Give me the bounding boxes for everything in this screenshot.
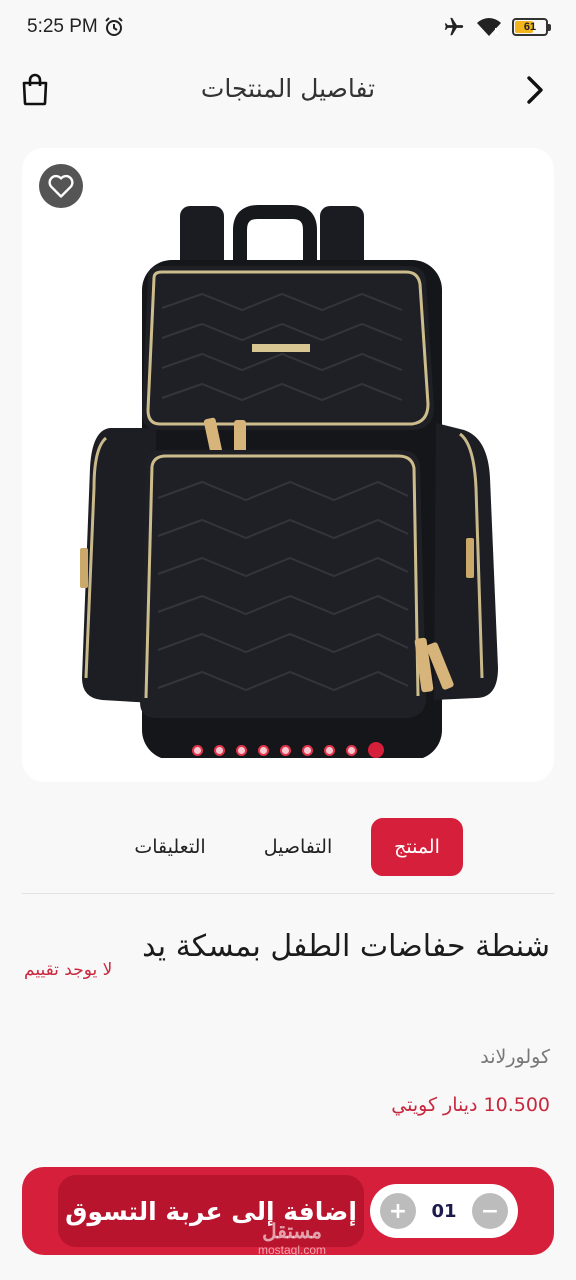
chevron-right-icon[interactable] — [524, 74, 546, 106]
alarm-icon — [105, 17, 123, 36]
image-pagination — [22, 742, 554, 758]
quantity-stepper: + 01 − — [370, 1184, 518, 1238]
pagination-dot[interactable] — [236, 744, 247, 756]
product-name: شنطة حفاضات الطفل بمسكة يد — [142, 929, 550, 964]
favorite-button[interactable] — [39, 164, 83, 208]
product-image — [80, 205, 498, 758]
pagination-dot[interactable] — [346, 744, 357, 756]
brand-name[interactable]: كولورلاند — [480, 1046, 550, 1068]
tab-details[interactable]: التفاصيل — [248, 818, 348, 876]
divider — [22, 893, 554, 894]
minus-button[interactable]: − — [472, 1193, 508, 1229]
pagination-dot[interactable] — [302, 744, 313, 756]
pagination-dot[interactable] — [280, 744, 291, 756]
battery-level: 61 — [523, 21, 537, 33]
cart-action-bar: إضافة إلى عربة التسوق + 01 − — [22, 1167, 554, 1255]
price: 10.500 دينار كويتي — [391, 1094, 550, 1116]
wifi-icon — [477, 18, 501, 36]
product-tabs: المنتج التفاصيل التعليقات — [0, 818, 576, 876]
page-title: تفاصيل المنتجات — [200, 74, 376, 103]
battery-icon: 61 — [512, 18, 551, 36]
status-time: 5:25 PM — [27, 16, 98, 37]
status-icons: 61 — [442, 16, 551, 38]
pagination-dot[interactable] — [192, 744, 203, 756]
quantity-value: 01 — [431, 1200, 457, 1222]
status-bar: 5:25 PM 61 — [0, 0, 576, 56]
pagination-dot[interactable] — [258, 744, 269, 756]
heart-icon — [48, 174, 74, 198]
pagination-dot[interactable] — [324, 744, 335, 756]
tab-product[interactable]: المنتج — [371, 818, 463, 876]
plus-button[interactable]: + — [380, 1193, 416, 1229]
product-image-card[interactable] — [22, 148, 554, 782]
rating-text: لا يوجد تقييم — [24, 960, 113, 980]
pagination-dot-active[interactable] — [368, 742, 384, 758]
pagination-dot[interactable] — [214, 744, 225, 756]
add-to-cart-button[interactable]: إضافة إلى عربة التسوق — [58, 1175, 364, 1247]
tab-reviews[interactable]: التعليقات — [120, 818, 220, 876]
app-header: تفاصيل المنتجات — [0, 60, 576, 120]
airplane-icon — [444, 17, 464, 36]
